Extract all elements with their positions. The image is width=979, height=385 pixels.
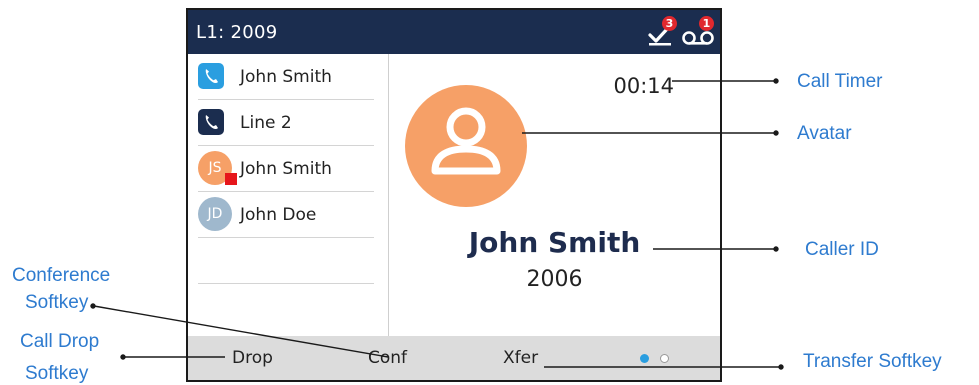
conference-leader-dot bbox=[90, 303, 96, 309]
caller-id-callout: Caller ID bbox=[805, 239, 879, 260]
callout-leader-lines bbox=[90, 78, 784, 370]
transfer-softkey-callout: Transfer Softkey bbox=[803, 351, 942, 372]
call-drop-leader-dot bbox=[120, 354, 126, 360]
call-drop-softkey-callout-line1: Call Drop bbox=[20, 331, 100, 352]
call-drop-softkey-callout-line2: Softkey bbox=[25, 363, 89, 384]
call-timer-leader-dot bbox=[773, 78, 779, 84]
conference-leader bbox=[93, 305, 389, 358]
caller-id-leader-dot bbox=[773, 246, 779, 252]
avatar-callout: Avatar bbox=[797, 123, 852, 144]
transfer-leader-dot bbox=[778, 364, 784, 370]
call-timer-callout: Call Timer bbox=[797, 71, 883, 92]
avatar-leader-dot bbox=[773, 130, 779, 136]
conference-softkey-callout-line1: Conference bbox=[12, 265, 111, 286]
conference-softkey-callout-line2: Softkey bbox=[25, 292, 89, 313]
